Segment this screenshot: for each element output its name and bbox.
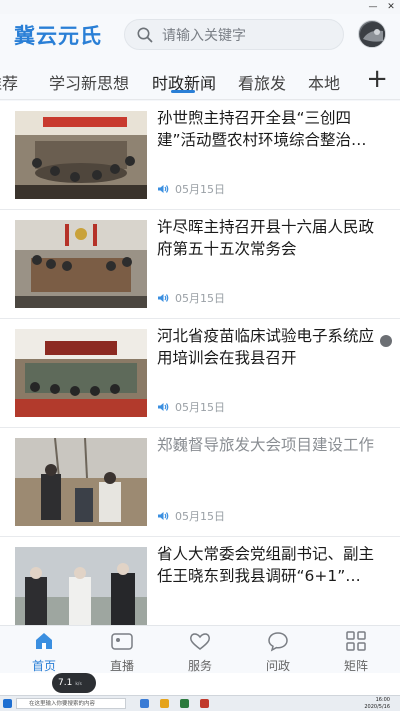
bottom-nav: 首页 直播 服务 问政 矩阵 [0,625,400,673]
nav-live[interactable]: 直播 [97,630,147,674]
nav-home[interactable]: 首页 [19,630,69,674]
search-bar[interactable]: 请输入关键字 [124,19,344,50]
search-icon [137,27,153,42]
audio-icon[interactable] [157,293,169,303]
home-icon [36,633,52,649]
matrix-grid-icon [346,631,366,651]
news-date: 05月15日 [175,401,225,414]
add-channel-button[interactable]: + [366,66,388,92]
browser-icon[interactable] [180,699,189,708]
tab-local[interactable]: 本地 [308,70,340,94]
news-thumbnail [15,547,147,625]
live-camera-icon [111,633,133,650]
active-tab-indicator [171,90,195,93]
app-window: — ✕ 冀云元氏 请输入关键字 推荐 学习新思想 时政新闻 看旅发 本地 + [0,0,400,711]
news-title[interactable]: 孙世煦主持召开全县“三创四建”活动暨农村环境综合整治… [157,107,387,151]
app-icon[interactable] [200,699,209,708]
news-title[interactable]: 许尽晖主持召开县十六届人民政府第五十五次常务会 [157,216,387,260]
search-input[interactable]: 请输入关键字 [162,25,246,45]
news-meta: 05月15日 [157,508,225,524]
tab-study[interactable]: 学习新思想 [49,70,129,94]
close-icon[interactable]: ✕ [382,0,400,14]
task-view-icon[interactable] [140,699,149,708]
audio-icon[interactable] [157,511,169,521]
start-icon[interactable] [3,699,12,708]
news-date: 05月15日 [175,510,225,523]
nav-label: 首页 [31,659,56,673]
chat-bubble-icon [268,632,288,652]
tab-recommend[interactable]: 推荐 [0,70,18,94]
windows-taskbar: 在这里输入你要搜索的内容 16:00 2020/5/16 [0,695,400,711]
nav-label: 直播 [109,659,134,673]
taskbar-search[interactable]: 在这里输入你要搜索的内容 [16,698,126,709]
nav-label: 服务 [187,659,212,673]
audio-icon[interactable] [157,184,169,194]
news-thumbnail [15,220,147,308]
news-thumbnail [15,111,147,199]
window-controls: — ✕ [364,0,400,14]
taskbar-clock[interactable]: 16:00 2020/5/16 [364,697,390,710]
nav-label: 问政 [265,659,290,673]
news-item[interactable]: 省人大常委会党组副书记、副主任王晓东到我县调研“6+1”… [0,537,400,625]
file-explorer-icon[interactable] [160,699,169,708]
network-speed-widget: 7.1 k/s [52,673,96,693]
scroll-handle[interactable] [380,335,392,347]
tab-tourism[interactable]: 看旅发 [238,70,286,94]
news-title[interactable]: 郑巍督导旅发大会项目建设工作 [157,434,387,456]
nav-matrix[interactable]: 矩阵 [331,630,381,674]
audio-icon[interactable] [157,402,169,412]
nav-service[interactable]: 服务 [175,630,225,674]
news-meta: 05月15日 [157,290,225,306]
news-meta: 05月15日 [157,399,225,415]
news-title[interactable]: 省人大常委会党组副书记、副主任王晓东到我县调研“6+1”… [157,543,387,587]
news-date: 05月15日 [175,183,225,196]
channel-tabs: 推荐 学习新思想 时政新闻 看旅发 本地 + [0,60,400,100]
news-thumbnail [15,329,147,417]
app-logo: 冀云元氏 [14,23,102,48]
service-heart-icon [190,633,210,650]
minimize-icon[interactable]: — [364,0,382,14]
user-avatar[interactable] [358,20,386,48]
news-item[interactable]: 河北省疫苗临床试验电子系统应用培训会在我县召开 05月15日 [0,319,400,428]
news-date: 05月15日 [175,292,225,305]
news-title[interactable]: 河北省疫苗临床试验电子系统应用培训会在我县召开 [157,325,387,369]
nav-label: 矩阵 [343,659,368,673]
news-meta: 05月15日 [157,181,225,197]
news-item[interactable]: 郑巍督导旅发大会项目建设工作 05月15日 [0,428,400,537]
nav-inquiry[interactable]: 问政 [253,630,303,674]
header: 冀云元氏 请输入关键字 [0,14,400,60]
news-item[interactable]: 孙世煦主持召开全县“三创四建”活动暨农村环境综合整治… 05月15日 [0,101,400,210]
news-item[interactable]: 许尽晖主持召开县十六届人民政府第五十五次常务会 05月15日 [0,210,400,319]
news-thumbnail [15,438,147,526]
